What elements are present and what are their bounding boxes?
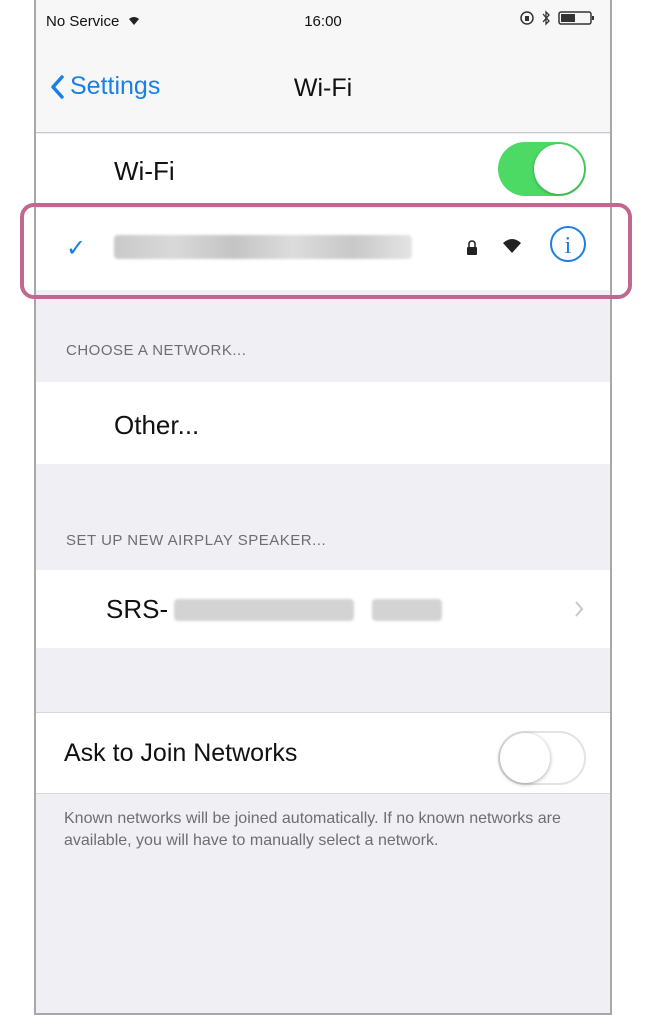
wifi-toggle[interactable]	[498, 142, 586, 196]
bluetooth-icon	[542, 10, 550, 26]
wifi-toggle-row: Wi-Fi	[36, 134, 610, 206]
speaker-name-prefix: SRS-	[106, 594, 169, 624]
lock-icon	[467, 240, 477, 255]
toggle-knob	[534, 144, 584, 194]
status-bar: No Service 16:00	[36, 0, 610, 42]
battery-icon	[558, 11, 594, 25]
wifi-toggle-label: Wi-Fi	[114, 156, 175, 186]
ask-to-join-row: Ask to Join Networks	[36, 712, 610, 794]
rotation-lock-icon	[520, 11, 534, 25]
network-name-blurred	[114, 235, 412, 259]
speaker-name: SRS-	[106, 594, 443, 625]
connected-network-row[interactable]: ✓ i	[36, 208, 610, 290]
page-title: Wi-Fi	[293, 74, 353, 102]
status-right	[520, 10, 598, 26]
airplay-speaker-row[interactable]: SRS-	[36, 570, 610, 648]
choose-network-header: CHOOSE A NETWORK...	[66, 342, 247, 359]
ask-to-join-footer: Known networks will be joined automatica…	[64, 810, 561, 849]
checkmark-icon: ✓	[66, 235, 87, 262]
other-network-label: Other...	[114, 410, 200, 440]
info-icon[interactable]: i	[550, 226, 586, 262]
chevron-right-icon	[575, 601, 584, 617]
toggle-knob	[500, 733, 550, 783]
speaker-suffix-blurred	[372, 598, 443, 621]
wifi-signal-icon	[503, 239, 521, 253]
phone-screen: No Service 16:00 Settings Wi-Fi Wi-Fi ✓ …	[34, 0, 612, 1015]
speaker-id-blurred	[174, 598, 355, 621]
other-network-row[interactable]: Other...	[36, 382, 610, 464]
navigation-bar: Settings Wi-Fi	[36, 42, 610, 133]
airplay-header: SET UP NEW AIRPLAY SPEAKER...	[66, 532, 327, 549]
ask-to-join-toggle[interactable]	[498, 731, 586, 785]
ask-to-join-label: Ask to Join Networks	[64, 739, 298, 767]
